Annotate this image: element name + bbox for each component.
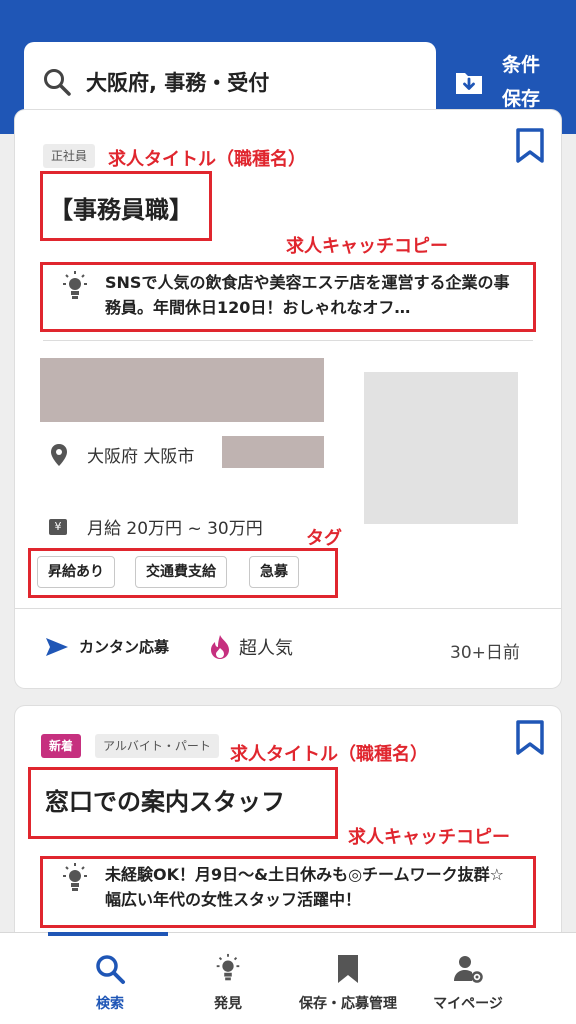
flame-icon <box>211 635 229 659</box>
salary-row: ¥ 月給 20万円 ~ 30万円 <box>49 514 263 539</box>
nav-item-discover[interactable]: 発見 <box>158 953 298 1013</box>
annotation-label-catch: 求人キャッチコピー <box>286 236 448 257</box>
divider <box>43 340 533 341</box>
lightbulb-icon <box>216 953 240 981</box>
company-name-redacted <box>40 358 324 422</box>
nav-label: マイページ <box>433 996 503 1012</box>
annotation-box-catch <box>40 856 536 928</box>
annotation-box-catch <box>40 262 536 332</box>
send-arrow-icon <box>46 637 68 656</box>
posted-date: 30+日前 <box>450 643 520 663</box>
bookmark-icon <box>338 955 358 983</box>
location-text: 大阪府 大阪市 <box>87 447 195 467</box>
divider <box>15 608 561 609</box>
easy-apply-label: カンタン応募 <box>79 638 170 656</box>
annotation-label-tags: タグ <box>306 528 342 549</box>
annotation-label-title: 求人タイトル（職種名） <box>230 744 428 765</box>
annotation-box-tags <box>28 548 338 598</box>
employment-type-badge: 正社員 <box>43 144 96 168</box>
download-icon <box>456 73 482 94</box>
bottom-navigation: 検索 発見 保存・応募管理 マイページ <box>0 932 576 1024</box>
salary-text: 月給 20万円 ~ 30万円 <box>87 519 263 539</box>
location-pin-icon <box>51 443 67 466</box>
nav-label: 発見 <box>214 996 242 1012</box>
nav-label: 検索 <box>96 996 124 1012</box>
location-row: 大阪府 大阪市 <box>49 442 194 467</box>
search-icon <box>96 955 125 984</box>
address-redacted <box>222 436 324 468</box>
new-badge: 新着 <box>41 734 82 758</box>
save-conditions-button[interactable]: 条件 保存 <box>450 44 570 120</box>
job-photo <box>364 372 518 524</box>
user-settings-icon <box>454 956 483 983</box>
annotation-label-catch: 求人キャッチコピー <box>348 827 510 848</box>
annotation-box-title <box>40 171 212 241</box>
save-conditions-label: 条件 保存 <box>502 48 558 116</box>
search-icon <box>44 69 71 96</box>
bookmark-icon[interactable] <box>515 128 545 164</box>
easy-apply-row: カンタン応募 <box>45 636 169 657</box>
annotation-box-title <box>28 767 338 839</box>
yen-icon: ¥ <box>49 518 67 535</box>
search-query: 大阪府, 事務・受付 <box>86 71 270 95</box>
nav-label: 保存・応募管理 <box>299 996 397 1012</box>
annotation-label-title: 求人タイトル（職種名） <box>108 149 306 170</box>
popular-label: 超人気 <box>239 638 293 659</box>
popular-row: 超人気 <box>209 634 293 660</box>
active-tab-indicator <box>48 932 168 936</box>
nav-item-mypage[interactable]: マイページ <box>398 953 538 1013</box>
employment-type-badge: アルバイト・パート <box>95 734 219 758</box>
nav-item-saved[interactable]: 保存・応募管理 <box>278 953 418 1013</box>
bookmark-icon[interactable] <box>515 720 545 756</box>
save-conditions-text: 条件 保存 <box>502 54 541 110</box>
